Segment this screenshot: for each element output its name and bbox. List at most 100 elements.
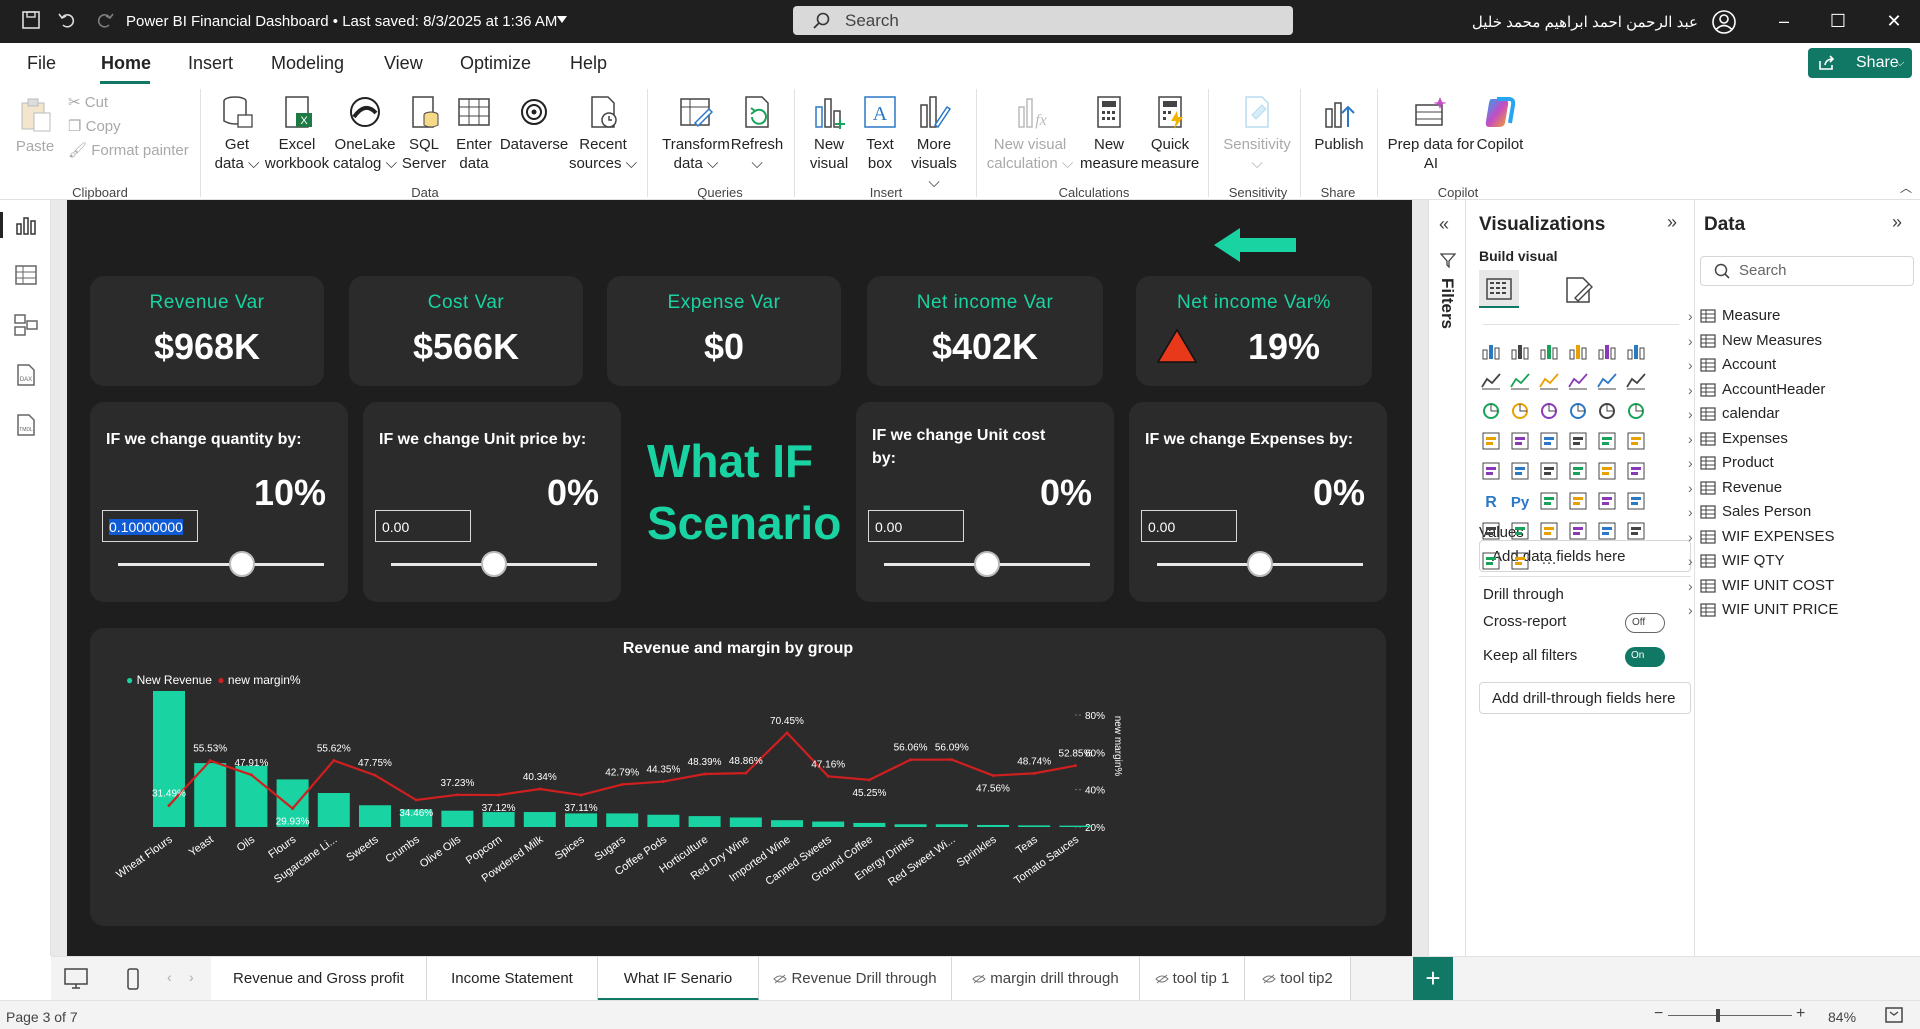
collapse-ribbon-icon[interactable]: ︿ xyxy=(1900,179,1912,196)
keep-all-filters-toggle[interactable]: On xyxy=(1625,647,1665,667)
map-icon[interactable] xyxy=(1509,430,1535,454)
chevron-right-icon[interactable]: › xyxy=(1688,526,1693,548)
redo-icon[interactable] xyxy=(94,10,116,32)
chevron-right-icon[interactable]: › xyxy=(1688,550,1693,572)
chevron-right-icon[interactable]: › xyxy=(1688,501,1693,523)
transform-data-button[interactable]: Transform data ⌵ xyxy=(660,93,732,173)
stacked-area-chart-icon[interactable] xyxy=(1538,370,1564,394)
area-chart-icon[interactable] xyxy=(1509,370,1535,394)
close-button[interactable]: ✕ xyxy=(1882,9,1906,33)
tab-what-if-senario[interactable]: What IF Senario xyxy=(598,957,759,1001)
chevron-right-icon[interactable]: › xyxy=(1688,403,1693,425)
new-visual-calculation-button[interactable]: fx New visual calculation ⌵ xyxy=(986,93,1074,173)
python-visual-icon[interactable]: Py xyxy=(1509,490,1535,514)
desktop-layout-icon[interactable] xyxy=(63,967,89,991)
fit-to-page-icon[interactable] xyxy=(1884,1006,1904,1024)
decomposition-tree-icon[interactable] xyxy=(1567,490,1593,514)
whatif-quantity-slider[interactable] xyxy=(118,563,324,566)
whatif-expenses-input[interactable]: 0.00 xyxy=(1141,510,1237,542)
menu-view[interactable]: View xyxy=(384,53,423,74)
chevron-right-icon[interactable]: › xyxy=(1688,575,1693,597)
slicer-icon[interactable] xyxy=(1538,460,1564,484)
menu-modeling[interactable]: Modeling xyxy=(271,53,344,74)
menu-insert[interactable]: Insert xyxy=(188,53,233,74)
azure-map-icon[interactable] xyxy=(1567,430,1593,454)
sensitivity-button[interactable]: Sensitivity ⌵ xyxy=(1222,93,1292,173)
whatif-quantity-input[interactable]: 0.10000000 xyxy=(102,510,198,542)
clustered-column-chart-icon[interactable] xyxy=(1567,340,1593,364)
dataverse-button[interactable]: Dataverse xyxy=(498,93,570,154)
copy-button[interactable]: ❐ Copy xyxy=(68,117,121,135)
mobile-layout-icon[interactable] xyxy=(125,967,141,991)
search-input[interactable]: Search xyxy=(793,6,1293,35)
excel-workbook-button[interactable]: X Excel workbook xyxy=(263,93,331,173)
100-stacked-column-chart-icon[interactable] xyxy=(1625,340,1651,364)
100-stacked-area-chart-icon[interactable] xyxy=(1567,370,1593,394)
refresh-button[interactable]: Refresh ⌵ xyxy=(730,93,784,173)
r-script-visual-icon[interactable] xyxy=(1625,460,1651,484)
chevron-right-icon[interactable]: › xyxy=(1688,477,1693,499)
collapse-visualizations-icon[interactable]: » xyxy=(1667,212,1677,233)
onelake-catalog-button[interactable]: OneLake catalog ⌵ xyxy=(330,93,400,173)
tab-tool-tip-1[interactable]: tool tip 1 xyxy=(1140,957,1245,1001)
chevron-right-icon[interactable]: › xyxy=(1688,452,1693,474)
waterfall-chart-icon[interactable] xyxy=(1509,400,1535,424)
paste-button[interactable]: Paste xyxy=(10,95,60,156)
gauge-icon[interactable] xyxy=(1596,430,1622,454)
add-page-button[interactable]: + xyxy=(1413,957,1453,1001)
key-influencers-icon[interactable] xyxy=(1538,490,1564,514)
line-clustered-column-chart-icon[interactable] xyxy=(1596,370,1622,394)
r-visual-icon[interactable]: R xyxy=(1480,490,1506,514)
treemap-icon[interactable] xyxy=(1480,430,1506,454)
minimize-button[interactable]: – xyxy=(1772,9,1796,33)
expand-filters-icon[interactable]: « xyxy=(1439,214,1449,235)
line-stacked-column-chart-icon[interactable] xyxy=(1625,370,1651,394)
smart-narrative-icon[interactable] xyxy=(1625,490,1651,514)
tab-income-statement[interactable]: Income Statement xyxy=(427,957,598,1001)
whatif-unit-cost-input[interactable]: 0.00 xyxy=(868,510,964,542)
new-visual-button[interactable]: New visual xyxy=(805,93,853,173)
more-visuals-ellipsis-icon[interactable]: … xyxy=(1538,550,1564,574)
zoom-slider[interactable] xyxy=(1668,1015,1792,1016)
line-chart-icon[interactable] xyxy=(1480,370,1506,394)
arcgis-icon[interactable] xyxy=(1596,520,1622,544)
chevron-right-icon[interactable]: › xyxy=(1688,305,1693,327)
format-visual-icon[interactable] xyxy=(1563,274,1595,306)
whatif-expenses-slider-handle[interactable] xyxy=(1247,551,1273,577)
get-data-button[interactable]: Get data ⌵ xyxy=(208,93,266,173)
multi-row-card-icon[interactable] xyxy=(1480,460,1506,484)
scatter-chart-icon[interactable] xyxy=(1567,400,1593,424)
100-stacked-bar-chart-icon[interactable] xyxy=(1596,340,1622,364)
qa-visual-icon[interactable] xyxy=(1596,490,1622,514)
drill-through-drop-zone[interactable]: Add drill-through fields here xyxy=(1479,682,1691,714)
tab-revenue-drill-through[interactable]: Revenue Drill through xyxy=(759,957,952,1001)
whatif-unit-price-input[interactable]: 0.00 xyxy=(375,510,471,542)
model-view-icon[interactable] xyxy=(13,312,39,338)
custom-visual-icon[interactable] xyxy=(1480,550,1506,574)
funnel-chart-icon[interactable] xyxy=(1538,400,1564,424)
chevron-right-icon[interactable]: › xyxy=(1688,599,1693,621)
matrix-icon[interactable] xyxy=(1596,460,1622,484)
avatar[interactable] xyxy=(1711,9,1737,35)
quick-measure-button[interactable]: Quick measure xyxy=(1140,93,1200,173)
filters-pane-collapsed[interactable]: « Filters xyxy=(1428,200,1466,1029)
enter-data-button[interactable]: Enter data xyxy=(450,93,498,173)
menu-optimize[interactable]: Optimize xyxy=(460,53,531,74)
menu-file[interactable]: File xyxy=(27,53,56,74)
recent-sources-button[interactable]: Recent sources ⌵ xyxy=(568,93,638,173)
ribbon-chart-icon[interactable] xyxy=(1480,400,1506,424)
new-measure-button[interactable]: New measure xyxy=(1080,93,1138,173)
maximize-button[interactable]: ☐ xyxy=(1826,9,1850,33)
pie-chart-icon[interactable] xyxy=(1596,400,1622,424)
sql-server-button[interactable]: SQL Server xyxy=(400,93,448,173)
whatif-unit-cost-slider-handle[interactable] xyxy=(974,551,1000,577)
tab-margin-drill-through[interactable]: margin drill through xyxy=(952,957,1140,1001)
shape-map-icon[interactable] xyxy=(1567,520,1593,544)
table-view-icon[interactable] xyxy=(13,262,39,288)
tab-scroll-right-icon[interactable]: › xyxy=(189,969,194,985)
share-button[interactable]: Share ⌵ xyxy=(1808,48,1912,78)
title-dropdown-icon[interactable] xyxy=(557,16,567,23)
stacked-bar-chart-icon[interactable] xyxy=(1480,340,1506,364)
save-icon[interactable] xyxy=(20,10,42,32)
build-visual-tab[interactable] xyxy=(1479,270,1519,308)
